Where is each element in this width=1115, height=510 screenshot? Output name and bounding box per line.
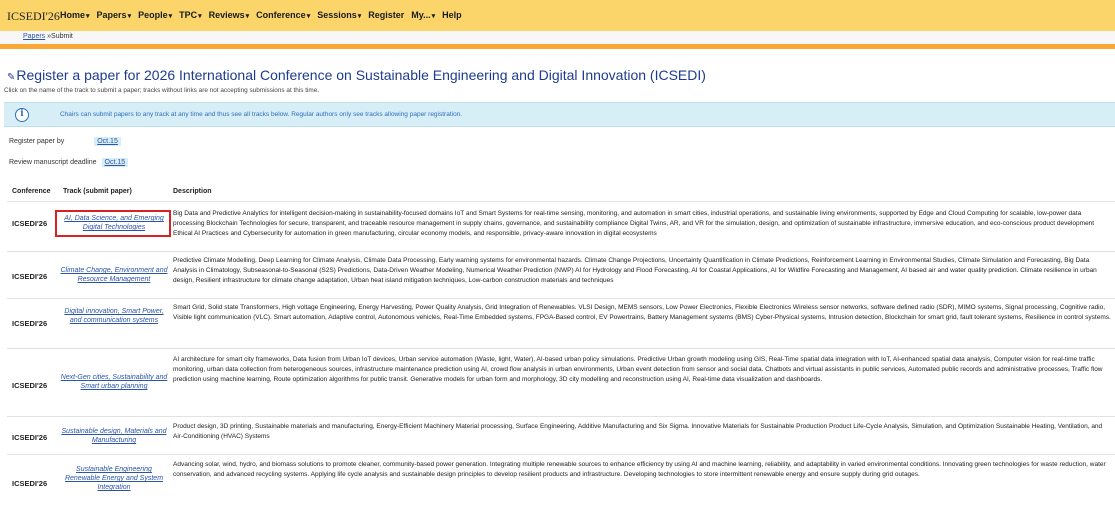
menu-conference[interactable]: Conference▾ [256,10,310,20]
accent-bar [0,44,1115,49]
row-divider [7,416,1115,417]
table-divider [7,201,1115,202]
brand-logo[interactable]: ICSEDI'26 [7,9,60,24]
menu-tpc[interactable]: TPC▾ [179,10,202,20]
register-deadline-date[interactable]: Oct.15 [94,137,121,146]
conference-cell: ICSEDI'26 [12,381,48,390]
track-link[interactable]: Sustainable design, Materials and Manufa… [60,427,168,445]
chevron-down-icon: ▾ [431,13,436,20]
menu-reviews[interactable]: Reviews▾ [209,10,250,20]
main-menu: Home▾ Papers▾ People▾ TPC▾ Reviews▾ Conf… [60,10,462,20]
column-header-track: Track (submit paper) [63,188,132,195]
menu-people[interactable]: People▾ [138,10,172,20]
review-deadline-date[interactable]: Oct.15 [101,158,129,167]
menu-papers[interactable]: Papers▾ [97,10,132,20]
top-navigation-bar: ICSEDI'26 Home▾ Papers▾ People▾ TPC▾ Rev… [0,0,1115,31]
chevron-down-icon: ▾ [306,13,311,20]
conference-cell: ICSEDI'26 [12,479,48,488]
row-divider [7,454,1115,455]
track-link[interactable]: Next-Gen cities, Sustainability and Smar… [60,373,168,391]
page-instructions: Click on the name of the track to submit… [4,87,320,94]
chevron-down-icon: ▾ [357,13,362,20]
conference-cell: ICSEDI'26 [12,272,48,281]
row-divider [7,298,1115,299]
menu-sessions[interactable]: Sessions▾ [317,10,361,20]
description-cell: Predictive Climate Modelling, Deep Learn… [173,257,1097,284]
breadcrumb-current: Submit [51,33,73,40]
info-icon: i [15,108,29,122]
description-cell: Advancing solar, wind, hydro, and biomas… [173,461,1106,478]
breadcrumb: Papers »Submit [23,33,73,40]
register-deadline-row: Register paper by Oct.15 [9,137,121,146]
column-header-description: Description [173,188,212,195]
highlight-box [55,210,171,237]
info-text: Chairs can submit papers to any track at… [60,111,463,118]
track-link[interactable]: Digital innovation, Smart Power, and com… [60,307,168,325]
review-deadline-row: Review manuscript deadline Oct.15 [9,158,129,167]
conference-cell: ICSEDI'26 [12,319,48,328]
chevron-down-icon: ▾ [198,13,202,20]
info-banner: i Chairs can submit papers to any track … [4,102,1115,127]
menu-help[interactable]: Help [442,10,462,20]
page-title: ✎Register a paper for 2026 International… [7,67,706,83]
menu-register[interactable]: Register [368,10,404,20]
track-link[interactable]: Sustainable Engineering Renewable Energy… [60,465,168,492]
menu-home[interactable]: Home▾ [60,10,90,20]
chevron-down-icon: ▾ [168,13,173,20]
row-divider [7,251,1115,252]
breadcrumb-papers-link[interactable]: Papers [23,33,45,40]
description-cell: AI architecture for smart city framework… [173,356,1103,383]
description-cell: Smart Grid, Solid state Transformers, Hi… [173,304,1111,321]
edit-icon: ✎ [7,72,16,83]
description-cell: Product design, 3D printing, Sustainable… [173,423,1103,440]
breadcrumb-bar: Papers »Submit [0,31,1115,44]
column-header-conference: Conference [12,188,51,195]
menu-my[interactable]: My...▾ [411,10,435,20]
track-link[interactable]: Climate Change, Environment and Resource… [60,266,168,284]
conference-cell: ICSEDI'26 [12,433,48,442]
chevron-down-icon: ▾ [127,13,132,20]
chevron-down-icon: ▾ [245,13,250,20]
row-divider [7,348,1115,349]
description-cell: Big Data and Predictive Analytics for in… [173,210,1095,237]
chevron-down-icon: ▾ [86,13,90,20]
conference-cell: ICSEDI'26 [12,219,48,228]
